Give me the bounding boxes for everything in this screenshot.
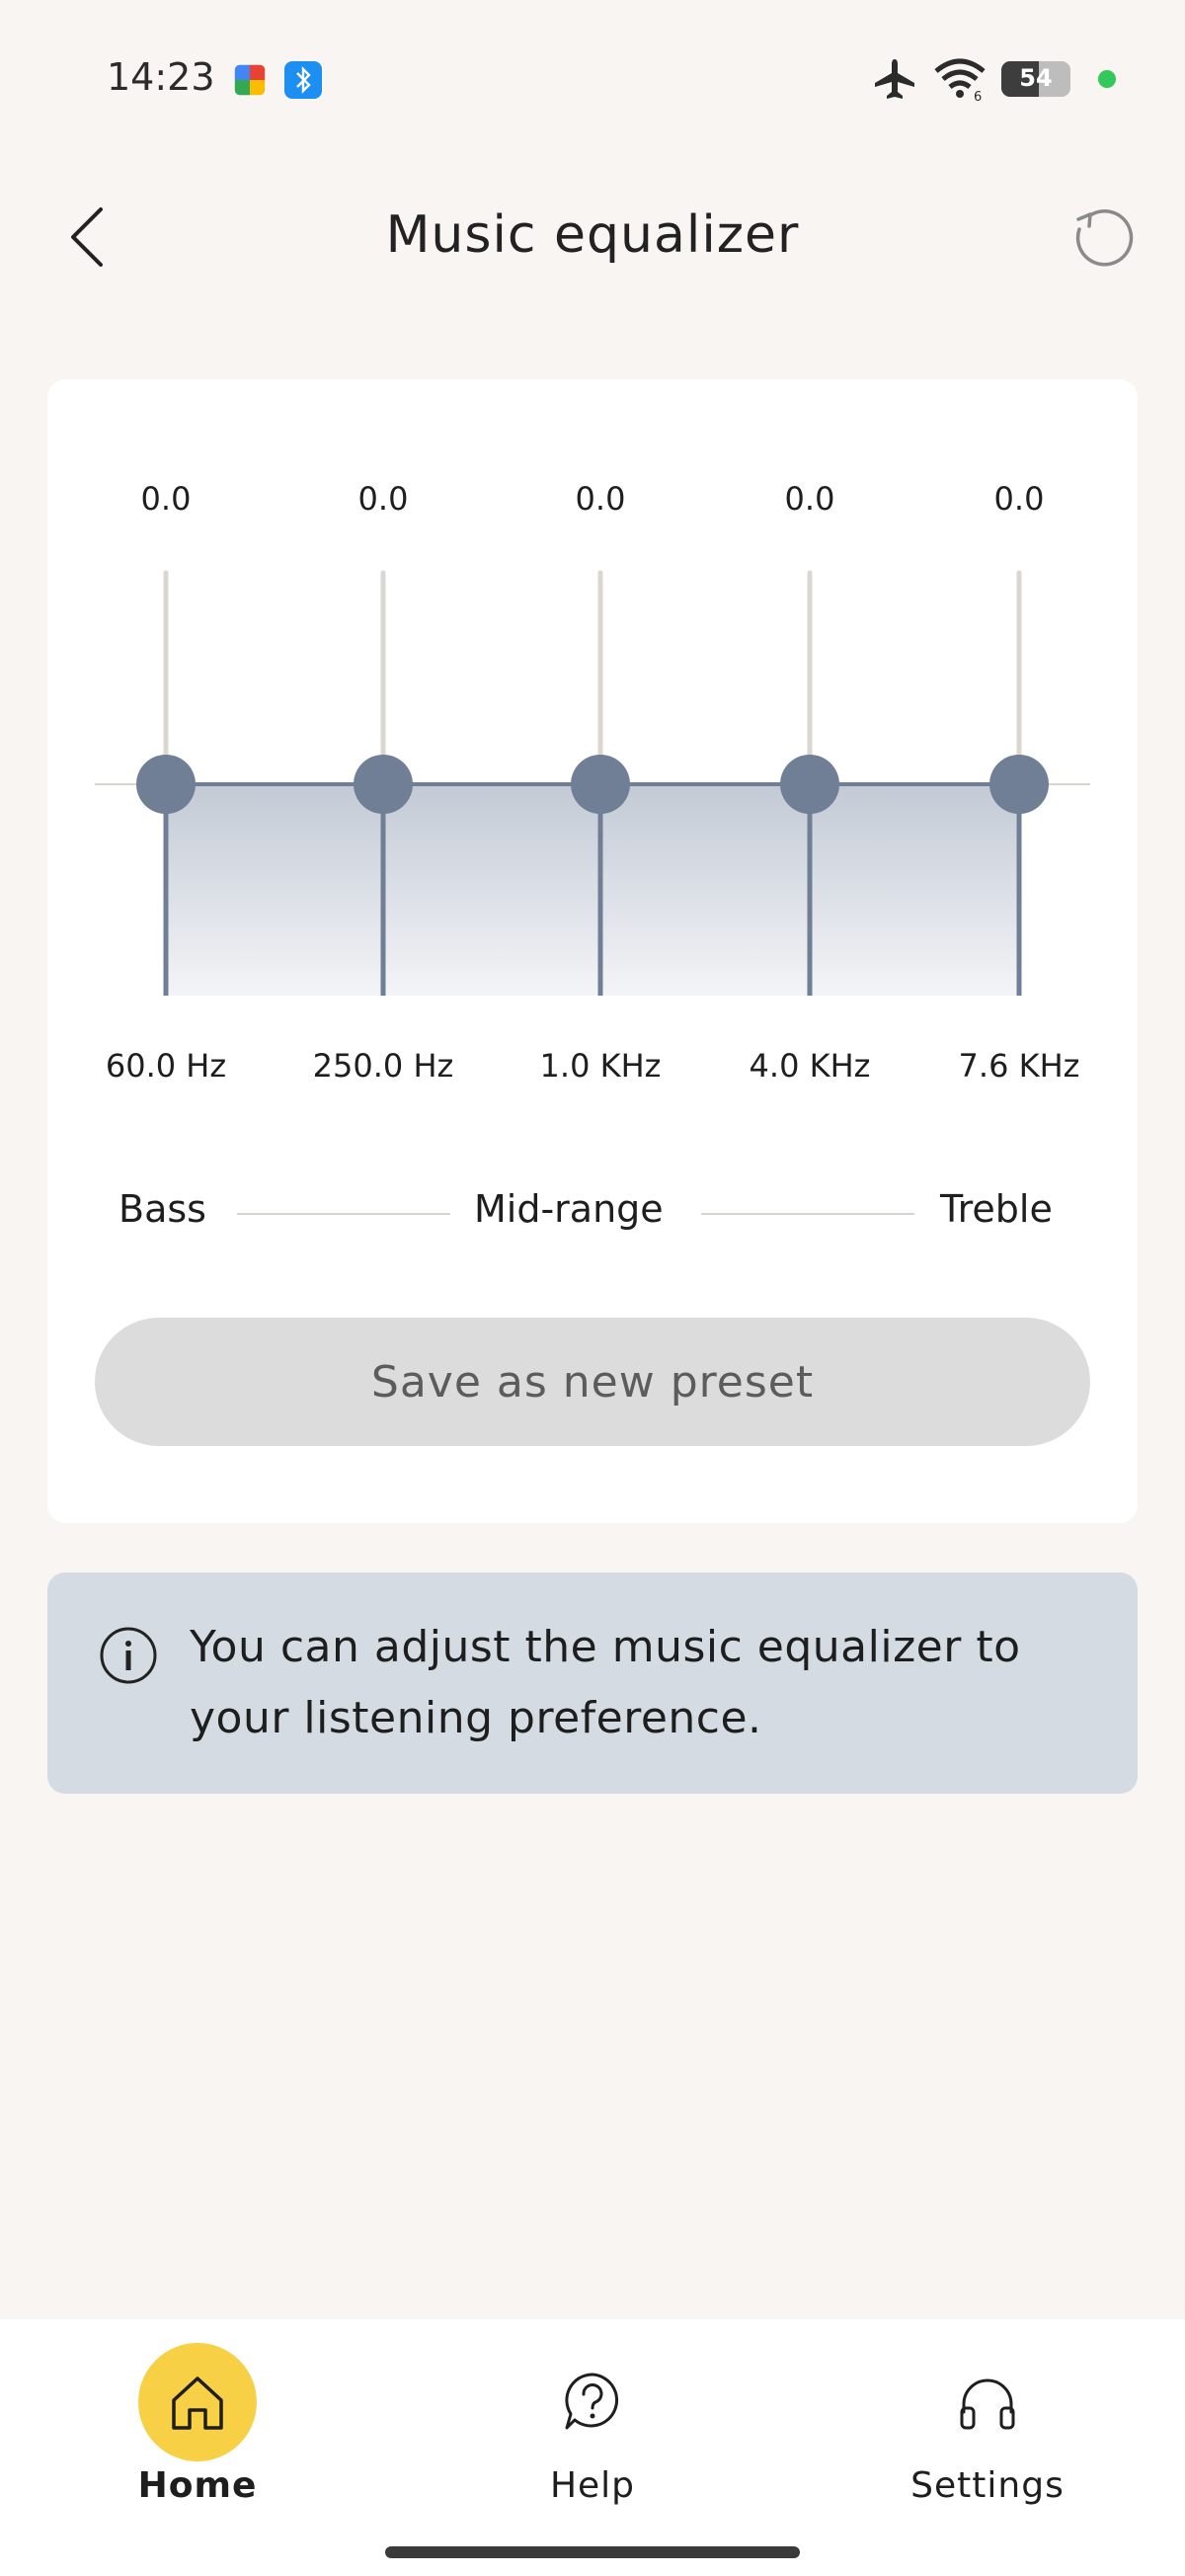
- nav-item-settings[interactable]: Settings: [790, 2319, 1185, 2536]
- headphones-icon: [960, 2378, 1015, 2430]
- range-labels: Bass Mid-range Treble: [47, 1187, 1138, 1237]
- slider-knob[interactable]: [354, 755, 413, 814]
- nav-item-home[interactable]: Home: [0, 2319, 395, 2536]
- info-text: You can adjust the music equalizer to yo…: [190, 1622, 1021, 1743]
- nav-help-icon-wrap: [533, 2343, 652, 2461]
- equalizer-card: 0.0 0.0 0.0 0.0 0.0 60.0 Hz 250.0 Hz 1.0 KHz 4.…: [47, 379, 1138, 1523]
- band-frequency-label: 60.0 Hz: [105, 1047, 227, 1085]
- bluetooth-app-icon: [284, 61, 322, 99]
- range-divider: [701, 1213, 914, 1215]
- nav-item-help[interactable]: Help: [395, 2319, 790, 2536]
- band-frequency-label: 4.0 KHz: [749, 1047, 871, 1085]
- nav-settings-icon-wrap: [928, 2343, 1047, 2461]
- privacy-indicator-dot: [1098, 70, 1116, 88]
- slider-knob[interactable]: [571, 755, 630, 814]
- nav-label-home: Home: [137, 2465, 258, 2506]
- bottom-nav: Home Help Settings: [0, 2319, 1185, 2576]
- range-divider: [237, 1213, 450, 1215]
- help-bubble-icon: [565, 2373, 619, 2430]
- status-indicators: 6 54: [871, 57, 1116, 101]
- info-banner: You can adjust the music equalizer to yo…: [47, 1572, 1138, 1794]
- page-title: Music equalizer: [385, 205, 800, 265]
- reset-icon[interactable]: [1068, 201, 1138, 271]
- band-frequency-label: 250.0 Hz: [312, 1047, 454, 1085]
- range-label-mid: Mid-range: [474, 1187, 664, 1231]
- home-indicator: [385, 2546, 800, 2558]
- airplane-icon: [875, 59, 914, 99]
- range-label-treble: Treble: [940, 1187, 1053, 1231]
- status-time: 14:23: [107, 55, 215, 99]
- band-frequency-label: 7.6 KHz: [958, 1047, 1080, 1085]
- slider-knob[interactable]: [136, 755, 196, 814]
- nav-label-settings: Settings: [910, 2465, 1065, 2506]
- header: Music equalizer: [0, 178, 1185, 296]
- home-icon: [172, 2376, 223, 2430]
- nav-label-help: Help: [549, 2465, 636, 2506]
- equalizer-graph: [95, 570, 1090, 996]
- wifi-icon: 6: [934, 58, 986, 101]
- nav-home-highlight: [138, 2343, 257, 2461]
- svg-text:6: 6: [974, 90, 982, 101]
- band-frequency-label: 1.0 KHz: [539, 1047, 662, 1085]
- range-label-bass: Bass: [118, 1187, 206, 1231]
- puzzle-app-icon: [234, 64, 266, 96]
- eq-curve-fill: [166, 784, 1019, 996]
- battery-percent: 54: [1019, 64, 1053, 92]
- status-bar: 14:23 6 54: [0, 0, 1185, 158]
- slider-knob[interactable]: [989, 755, 1049, 814]
- save-preset-button[interactable]: Save as new preset: [95, 1318, 1090, 1446]
- slider-knob[interactable]: [780, 755, 839, 814]
- battery-icon: 54: [1001, 61, 1070, 97]
- info-icon: [100, 1627, 157, 1684]
